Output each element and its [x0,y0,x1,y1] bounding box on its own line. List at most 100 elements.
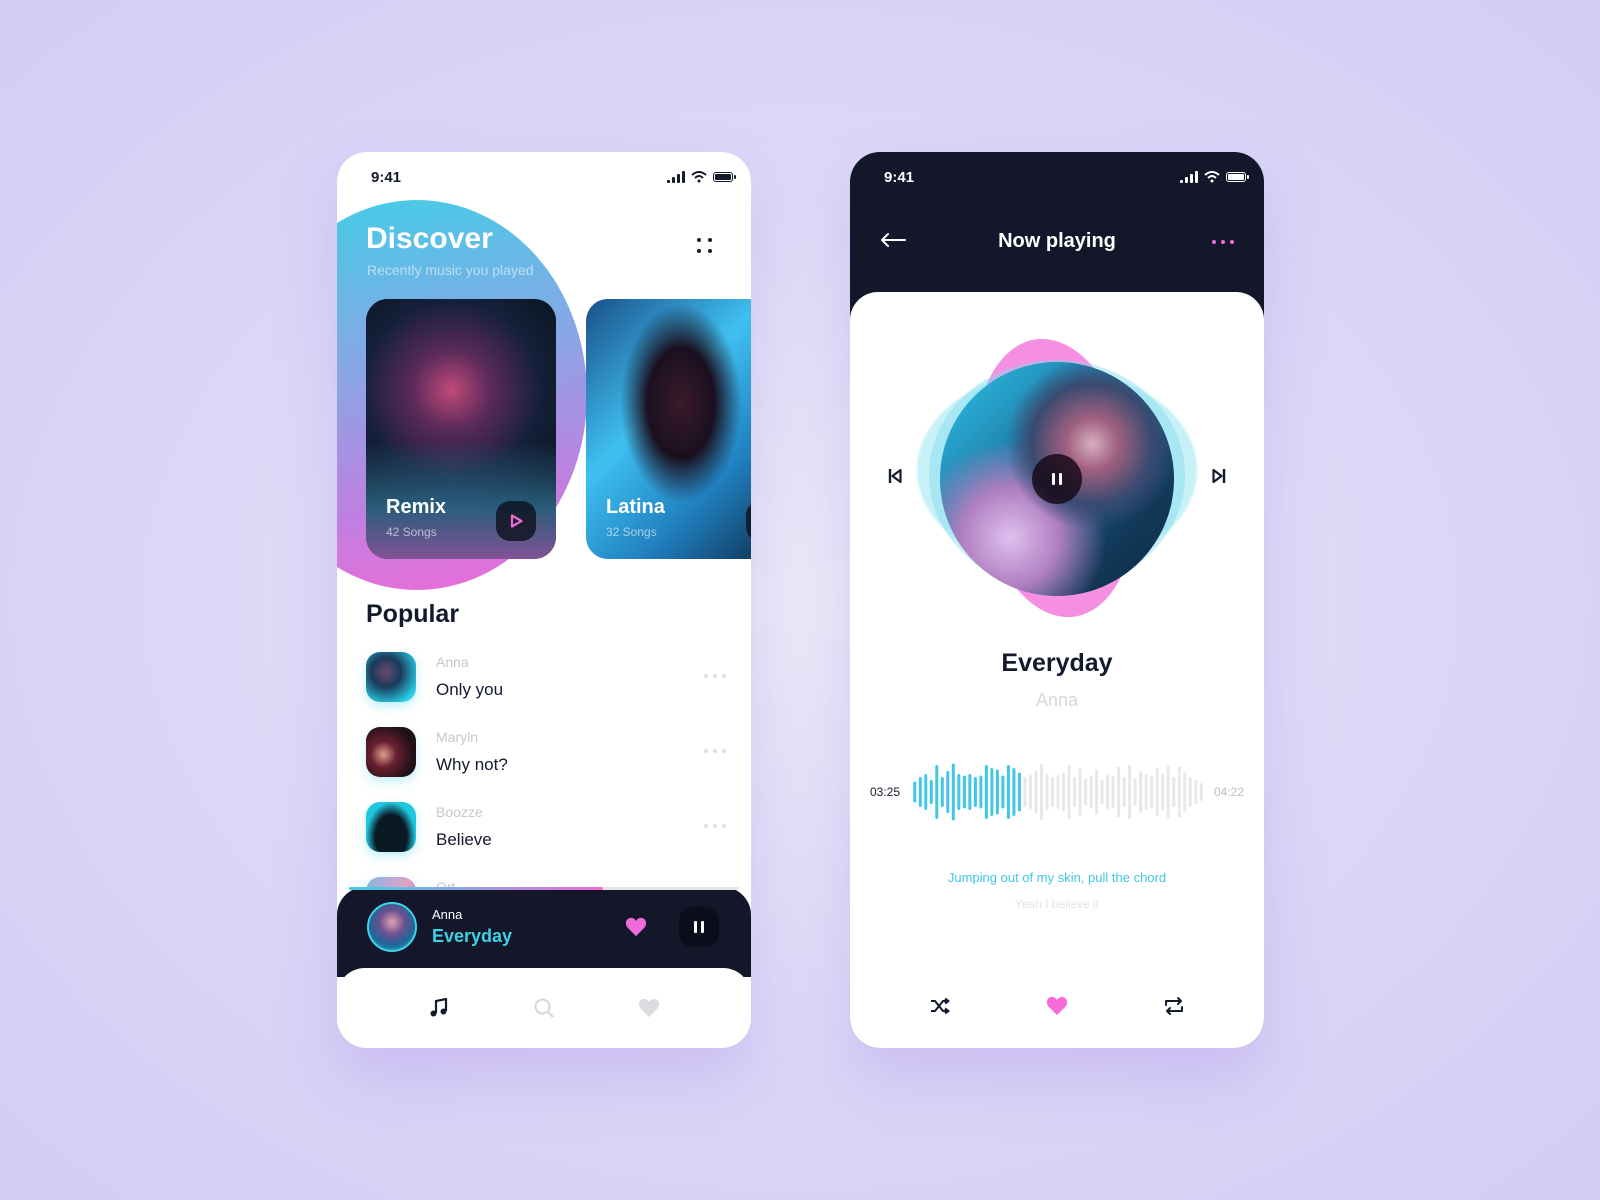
mini-player[interactable]: Anna Everyday [337,887,751,977]
play-pause-button[interactable] [1032,454,1082,504]
waveform-bar-played [962,775,966,809]
bottom-tab-bar [337,968,751,1048]
song-title: Everyday [1001,649,1113,677]
status-bar: 9:41 [337,152,751,202]
waveform-bar [1056,775,1060,809]
waveform-bar [1084,778,1088,806]
waveform-bar-played [924,774,928,810]
status-time: 9:41 [884,168,915,186]
waveform-bar-played [1012,768,1016,816]
playlist-card-latina[interactable]: Latina 32 Songs [586,299,751,559]
tab-music[interactable] [419,988,459,1028]
waveform-bar [1089,775,1093,809]
heart-icon [638,998,659,1018]
waveform-bar-played [1001,775,1005,809]
waveform-bar [1172,777,1176,807]
waveform-bar-played [951,763,955,821]
song-title: Believe [436,830,492,849]
signal-icon [1180,171,1198,183]
waveform-bar-played [935,765,939,819]
waveform-bar-played [929,780,933,804]
waveform-bar [1095,769,1099,815]
mini-progress-fill [349,887,603,890]
previous-track-icon[interactable] [888,468,902,484]
waveform-bar-played [918,777,922,807]
waveform-bar [1117,766,1121,818]
more-options-icon[interactable] [704,674,726,678]
playlist-name: Latina [606,496,665,518]
waveform-bar-played [946,771,950,813]
next-track-icon[interactable] [1212,468,1226,484]
wifi-icon [691,171,707,183]
waveform-bar [1122,777,1126,807]
waveform-bar-played [957,774,961,810]
waveform-bar [1155,768,1159,816]
mini-player-song: Everyday [432,926,513,946]
discover-screen: 9:41 Discover Recently music you played … [337,152,751,1048]
waveform-bar [1073,777,1077,807]
waveform-bar-played [984,765,988,819]
player-panel: Everyday Anna 03:25 04:22 Jumping out of… [850,292,1264,1048]
waveform-bar [1039,763,1043,821]
more-options-icon[interactable] [704,824,726,828]
list-item[interactable]: Maryln Why not? [366,727,726,779]
waveform-bar [1199,783,1203,801]
waveform-bar-played [1006,765,1010,819]
play-button[interactable] [496,501,536,541]
song-artist: Anna [1035,690,1079,710]
status-bar: 9:41 [850,152,1264,202]
playlist-cover-image [586,299,751,559]
waveform-bar [1139,771,1143,813]
song-artist: Maryln [436,729,479,745]
tab-search[interactable] [524,988,564,1028]
waveform-bar-played [995,769,999,815]
mini-player-artist: Anna [432,907,463,922]
search-icon [534,998,554,1018]
pause-button[interactable] [679,907,719,947]
repeat-button[interactable] [1154,986,1194,1026]
shuffle-icon [931,998,950,1014]
playlist-name: Remix [386,496,447,518]
music-note-icon [430,998,448,1017]
playback-controls [850,986,1264,1026]
playlist-count: 32 Songs [606,525,657,539]
play-icon [510,514,523,528]
waveform-bar [1183,772,1187,812]
playlist-card-remix[interactable]: Remix 42 Songs [366,299,556,559]
more-options-icon[interactable] [1212,240,1234,244]
battery-icon [1226,172,1249,182]
song-artist: Boozze [436,804,483,820]
waveform-bar [1078,768,1082,816]
now-playing-header: Now playing [850,222,1264,262]
waveform-scrubber[interactable] [912,762,1204,822]
waveform-bar [1150,775,1154,809]
like-button[interactable] [1037,986,1077,1026]
waveform-bar [1028,774,1032,810]
waveform-bar [1100,780,1104,804]
waveform-bar [1144,774,1148,810]
song-title: Why not? [436,755,508,774]
song-thumbnail [366,652,416,702]
more-options-icon[interactable] [704,749,726,753]
song-title: Only you [436,680,504,699]
waveform-bar-played [979,775,983,809]
list-item[interactable]: Boozze Believe [366,802,726,854]
song-thumbnail [366,727,416,777]
shuffle-button[interactable] [920,986,960,1026]
page-title: Now playing [998,230,1116,252]
heart-icon[interactable] [625,917,647,937]
repeat-icon [1165,997,1183,1015]
list-item[interactable]: Anna Only you [366,652,726,704]
waveform-bar [1023,777,1027,807]
waveform-bar [1128,765,1132,819]
waveform-bar [1161,774,1165,810]
battery-icon [713,172,736,182]
section-title-popular: Popular [366,600,460,628]
waveform-bar-played [1017,772,1021,812]
grid-dots-icon[interactable] [697,238,713,254]
wifi-icon [1204,171,1220,183]
waveform-bar [1166,765,1170,819]
waveform-bar [1194,780,1198,804]
total-time: 04:22 [1213,785,1244,799]
tab-favorites[interactable] [629,988,669,1028]
